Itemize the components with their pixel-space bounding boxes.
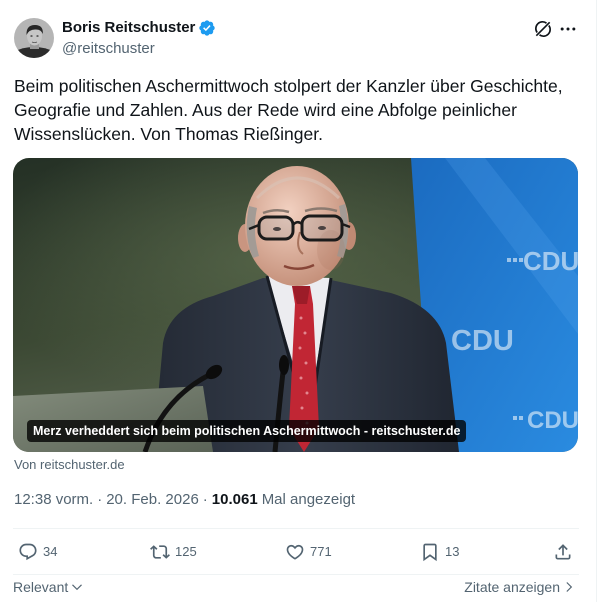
like-count: 771	[310, 544, 332, 559]
backdrop-logo-text: CDU	[451, 325, 514, 357]
backdrop-logo-text: CDU	[523, 246, 578, 276]
chevron-right-icon	[566, 582, 573, 592]
meta-separator: ·	[202, 491, 208, 508]
reply-icon	[19, 543, 37, 561]
quotes-label: Zitate anzeigen	[464, 579, 560, 595]
repost-count: 125	[175, 544, 197, 559]
like-button[interactable]: 771	[285, 541, 332, 563]
verified-badge-icon[interactable]	[198, 19, 216, 37]
replies-sort-dropdown[interactable]: Relevant	[13, 578, 84, 596]
author-name[interactable]: Boris Reitschuster	[62, 18, 195, 38]
divider	[13, 528, 579, 529]
tweet-date[interactable]: 20. Feb. 2026	[106, 490, 199, 510]
author-handle[interactable]: @reitschuster	[62, 39, 155, 59]
author-avatar[interactable]	[14, 18, 54, 58]
tweet-meta: 12:38 vorm. · 20. Feb. 2026 · 10.061 Mal…	[14, 490, 355, 510]
card-caption: Merz verheddert sich beim politischen As…	[27, 420, 467, 442]
bookmark-count: 13	[445, 544, 460, 559]
reply-button[interactable]: 34	[18, 541, 57, 563]
meta-separator: ·	[97, 491, 103, 508]
views-count: 10.061	[211, 491, 258, 508]
avatar-photo	[14, 18, 54, 58]
grok-icon[interactable]	[533, 19, 553, 39]
reply-count: 34	[43, 544, 58, 559]
speech-photo: CDU CDU CDU	[13, 158, 578, 452]
view-quotes-link[interactable]: Zitate anzeigen	[464, 578, 576, 596]
repost-button[interactable]: 125	[150, 541, 197, 563]
more-icon[interactable]	[558, 19, 578, 39]
tweet-text: Beim politischen Aschermittwoch stolpert…	[14, 76, 563, 144]
bookmark-icon	[423, 543, 437, 562]
views-label: Mal angezeigt	[261, 491, 356, 508]
card-source-link[interactable]: Von reitschuster.de	[14, 457, 125, 473]
chevron-down-icon	[72, 584, 83, 591]
divider	[13, 574, 579, 575]
heart-icon	[286, 544, 304, 560]
tweet-detail: Boris Reitschuster @reitschuster Beim po…	[0, 0, 597, 602]
share-icon	[555, 544, 571, 560]
share-button[interactable]	[553, 541, 573, 563]
sort-label: Relevant	[13, 579, 69, 595]
tweet-time[interactable]: 12:38 vorm.	[14, 490, 93, 510]
link-card[interactable]: CDU CDU CDU Merz verheddert sich beim po…	[13, 158, 578, 452]
backdrop-logo-text: CDU	[527, 407, 578, 434]
author-name-row[interactable]: Boris Reitschuster	[62, 18, 216, 38]
bookmark-button[interactable]: 13	[420, 541, 459, 563]
repost-icon	[150, 545, 170, 559]
